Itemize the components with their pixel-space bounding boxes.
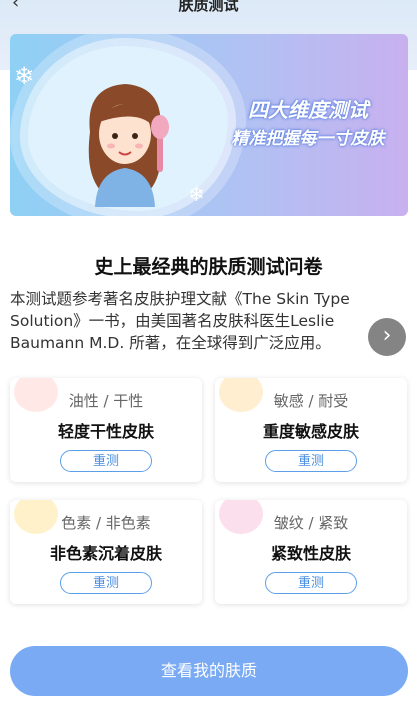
card-result-text: 轻度干性皮肤 [57,422,154,441]
card-dimension-label: 色素 / 非色素 [61,514,151,532]
retest-button[interactable]: 重测 [265,572,357,594]
result-card-pigmented: 色素 / 非色素 非色素沉着皮肤 重测 [10,500,202,604]
card-dimension-label: 敏感 / 耐受 [273,392,349,410]
card-dimension-label: 油性 / 干性 [68,392,144,410]
card-result-text: 非色素沉着皮肤 [49,544,162,563]
result-card-sensitive-resistant: 敏感 / 耐受 重度敏感皮肤 重测 [215,378,407,482]
card-dimension-label: 皱纹 / 紧致 [273,514,349,532]
girl-illustration [88,84,169,207]
banner-headline: 四大维度测试 [248,98,368,122]
intro-description: 本测试题参考著名皮肤护理文献《The Skin Type Solution》一书… [10,290,350,352]
view-my-skin-button[interactable]: 查看我的肤质 [10,646,408,696]
section-title: 史上最经典的肤质测试问卷 [94,256,323,278]
snowflake-icon: ❄ [188,182,205,206]
banner-subheadline: 精准把握每一寸皮肤 [231,129,385,149]
retest-button[interactable]: 重测 [60,572,152,594]
retest-button[interactable]: 重测 [60,450,152,472]
result-card-oily-dry: 油性 / 干性 轻度干性皮肤 重测 [10,378,202,482]
result-card-wrinkle-tight: 皱纹 / 紧致 紧致性皮肤 重测 [215,500,407,604]
banner: ❄ ❄ 四大维度测试 精准把握每一寸皮肤 [10,34,408,216]
chevron-right-icon[interactable]: › [368,318,406,356]
page-title: 肤质测试 [178,0,239,14]
card-result-text: 紧致性皮肤 [270,544,351,563]
retest-button[interactable]: 重测 [265,450,357,472]
snowflake-icon: ❄ [14,62,35,90]
card-result-text: 重度敏感皮肤 [262,422,359,441]
